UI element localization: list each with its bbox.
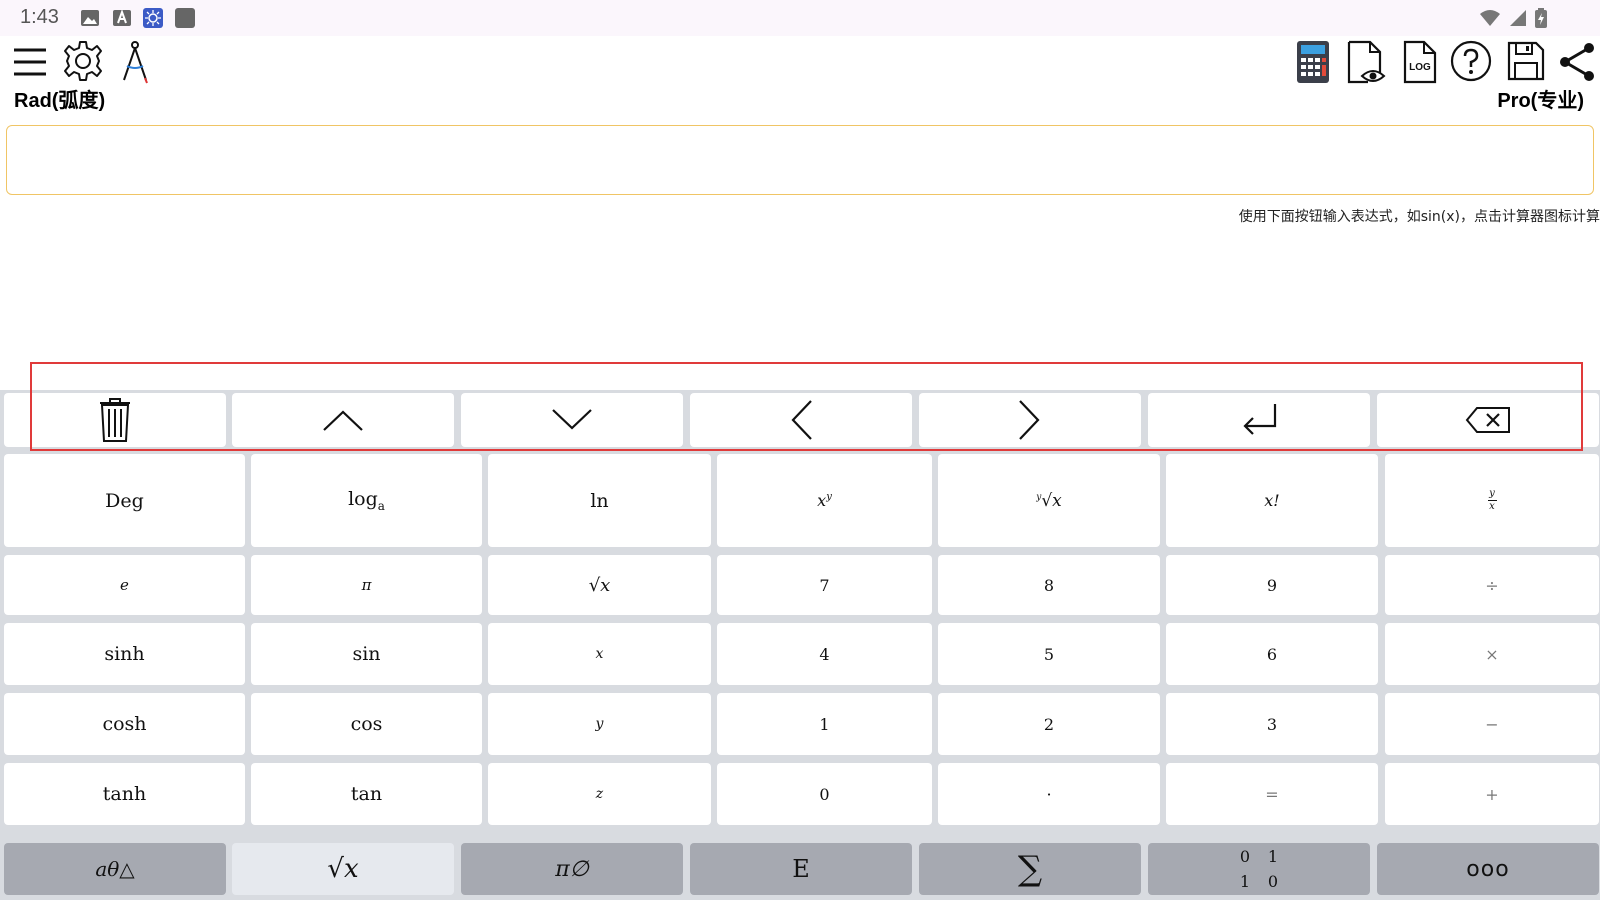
key-nth-root[interactable]: y√x [938,454,1160,547]
clear-all-button[interactable] [4,393,226,447]
tab-greek-letters[interactable]: aθ△ [4,843,226,895]
log-file-icon-text: LOG [1409,62,1431,73]
key-tan[interactable]: tan [251,763,482,825]
gallery-icon [81,10,99,26]
calculator-icon[interactable] [1296,40,1330,84]
key-e[interactable]: e [4,555,245,615]
top-toolbar: Rad(弧度) LOG Pro(专业) [0,36,1600,116]
signal-icon [1510,10,1526,26]
enter-return-icon [1243,404,1277,435]
status-bar: 1:43 [0,0,1600,36]
tab-summation[interactable]: ∑ [919,843,1141,895]
key-x[interactable]: x [488,623,711,685]
backspace-icon [1465,407,1510,433]
key-minus[interactable]: − [1385,693,1599,755]
chevron-down-icon [552,409,592,430]
cursor-right-button[interactable] [919,393,1141,447]
help-icon[interactable] [1450,40,1492,82]
key-pi[interactable]: π [251,555,482,615]
cursor-up-button[interactable] [232,393,454,447]
key-log-a[interactable]: loga [251,454,482,547]
key-8[interactable]: 8 [938,555,1160,615]
app-notification-icon [143,8,163,28]
key-1[interactable]: 1 [717,693,932,755]
key-power[interactable]: xy [717,454,932,547]
key-4[interactable]: 4 [717,623,932,685]
key-2[interactable]: 2 [938,693,1160,755]
key-cos[interactable]: cos [251,693,482,755]
edition-label[interactable]: Pro(专业) [1497,84,1584,113]
save-icon[interactable] [1506,40,1546,82]
key-3[interactable]: 3 [1166,693,1378,755]
key-7[interactable]: 7 [717,555,932,615]
tab-functions[interactable]: √x [232,843,454,895]
key-divide[interactable]: ÷ [1385,555,1599,615]
backspace-button[interactable] [1377,393,1599,447]
text-a-icon [113,9,131,26]
math-keyboard: Deg loga ln xy y√x x! yx e π √x 7 8 9 ÷ … [0,390,1600,900]
key-ln[interactable]: ln [488,454,711,547]
cursor-down-button[interactable] [461,393,683,447]
matrix-icon: 01 10 [1239,847,1279,891]
key-9[interactable]: 9 [1166,555,1378,615]
key-decimal-point[interactable]: · [938,763,1160,825]
expression-input[interactable] [6,125,1594,195]
key-5[interactable]: 5 [938,623,1160,685]
compass-draw-icon[interactable] [120,40,150,84]
tab-constants-sets[interactable]: π∅ [461,843,683,895]
key-0[interactable]: 0 [717,763,932,825]
preview-document-icon[interactable] [1346,40,1386,86]
input-hint-text: 使用下面按钮输入表达式，如sin(x)，点击计算器图标计算 [1238,209,1600,225]
wifi-icon [1480,10,1500,26]
key-sinh[interactable]: sinh [4,623,245,685]
enter-button[interactable] [1148,393,1370,447]
key-fraction[interactable]: yx [1385,454,1599,547]
trash-icon [100,398,130,442]
key-sqrt[interactable]: √x [488,555,711,615]
key-cosh[interactable]: cosh [4,693,245,755]
menu-icon[interactable] [12,46,48,78]
key-equals[interactable]: = [1166,763,1378,825]
battery-icon [1535,8,1547,28]
chevron-up-icon [323,410,363,431]
tab-matrix[interactable]: 01 10 [1148,843,1370,895]
status-time: 1:43 [20,6,59,28]
tab-more[interactable]: ooo [1377,843,1599,895]
key-factorial[interactable]: x! [1166,454,1378,547]
tab-exponent-e[interactable]: E [690,843,912,895]
chevron-left-icon [791,400,812,440]
chevron-right-icon [1019,400,1040,440]
share-icon[interactable] [1558,42,1596,82]
key-plus[interactable]: + [1385,763,1599,825]
settings-gear-icon[interactable] [62,40,104,82]
key-y[interactable]: y [488,693,711,755]
key-z[interactable]: z [488,763,711,825]
log-file-icon[interactable]: LOG [1402,40,1438,84]
key-tanh[interactable]: tanh [4,763,245,825]
key-multiply[interactable]: × [1385,623,1599,685]
square-notification-icon [175,8,195,28]
angle-mode-label[interactable]: Rad(弧度) [14,84,105,113]
cursor-left-button[interactable] [690,393,912,447]
key-sin[interactable]: sin [251,623,482,685]
key-deg[interactable]: Deg [4,454,245,547]
key-6[interactable]: 6 [1166,623,1378,685]
